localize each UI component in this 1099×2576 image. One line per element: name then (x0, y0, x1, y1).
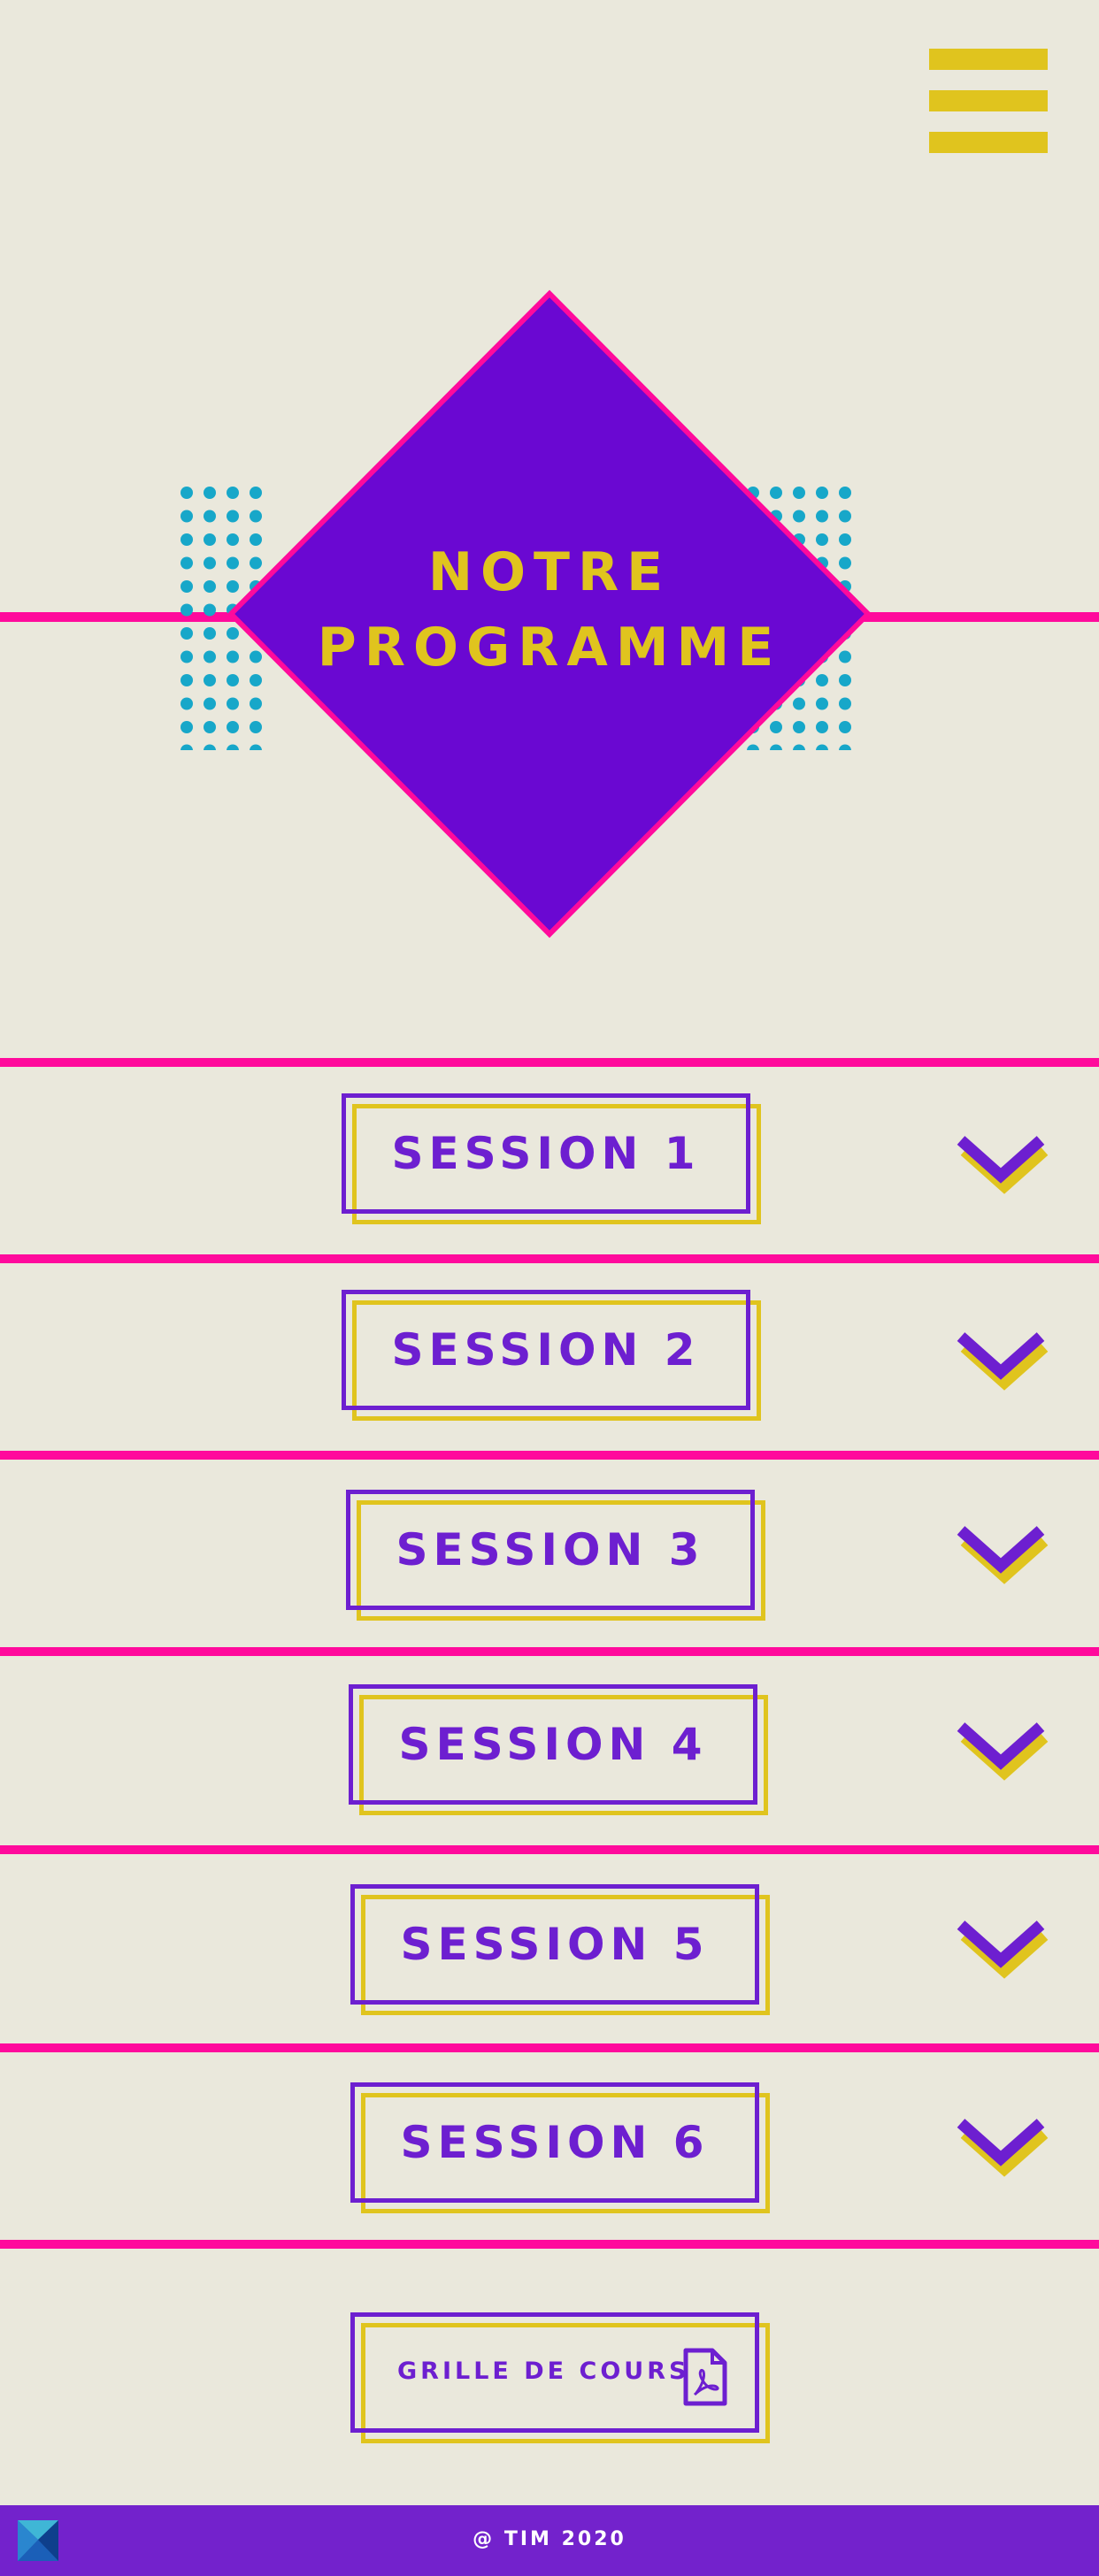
decorative-dot (204, 697, 216, 710)
page: NOTRE PROGRAMME SESSION 1 SESSION 2 SESS… (0, 0, 1099, 2576)
session-label: SESSION 3 (396, 1524, 705, 1576)
decorative-dot (181, 674, 193, 686)
decorative-dot (181, 580, 193, 593)
footer: @ TIM 2020 (0, 2505, 1099, 2576)
session-label: SESSION 5 (400, 1919, 710, 1970)
decorative-dot (181, 627, 193, 640)
session-button-frame: SESSION 4 (349, 1684, 757, 1805)
hamburger-icon-bar (929, 132, 1048, 153)
decorative-dot (204, 721, 216, 733)
session-label: SESSION 4 (398, 1719, 708, 1770)
divider (0, 1451, 1099, 1460)
decorative-dot (181, 510, 193, 523)
hamburger-icon-bar (929, 90, 1048, 111)
decorative-dot (204, 627, 216, 640)
decorative-dot (204, 674, 216, 686)
session-button-6[interactable]: SESSION 6 (350, 2082, 770, 2213)
session-row-2[interactable]: SESSION 2 (0, 1263, 1099, 1451)
decorative-dot (204, 650, 216, 663)
session-label: SESSION 1 (391, 1128, 701, 1179)
decorative-dot (204, 510, 216, 523)
session-button-frame: SESSION 5 (350, 1884, 759, 2005)
decorative-dot (181, 556, 193, 570)
page-title-line1: NOTRE (427, 541, 672, 603)
decorative-dot (181, 533, 193, 546)
chevron-down-icon[interactable] (956, 1711, 1062, 1790)
decorative-dot (204, 744, 216, 750)
divider (0, 1058, 1099, 1067)
session-button-1[interactable]: SESSION 1 (342, 1093, 761, 1224)
session-label: SESSION 6 (400, 2117, 710, 2168)
pdf-file-icon (683, 2348, 727, 2406)
chevron-down-icon[interactable] (956, 1124, 1062, 1204)
divider (0, 2240, 1099, 2249)
chevron-down-icon[interactable] (956, 1514, 1062, 1594)
session-label: SESSION 2 (391, 1324, 701, 1376)
session-row-1[interactable]: SESSION 1 (0, 1067, 1099, 1254)
decorative-dot (181, 744, 193, 750)
decorative-dot (181, 603, 193, 617)
footer-copyright: @ TIM 2020 (473, 2528, 626, 2550)
session-button-5[interactable]: SESSION 5 (350, 1884, 770, 2015)
chevron-down-icon[interactable] (956, 1321, 1062, 1400)
menu-button[interactable] (929, 49, 1048, 153)
divider (0, 1845, 1099, 1854)
hamburger-icon (929, 49, 1048, 70)
session-button-frame: SESSION 3 (346, 1490, 755, 1610)
session-row-3[interactable]: SESSION 3 (0, 1460, 1099, 1647)
decorative-dot (204, 556, 216, 570)
page-title-line2: PROGRAMME (317, 617, 782, 678)
decorative-dot (204, 603, 216, 617)
session-button-3[interactable]: SESSION 3 (346, 1490, 765, 1621)
divider (0, 1647, 1099, 1656)
decorative-dot (181, 697, 193, 710)
decorative-dot (181, 650, 193, 663)
session-button-frame: SESSION 1 (342, 1093, 750, 1214)
session-row-4[interactable]: SESSION 4 (0, 1656, 1099, 1844)
session-button-frame: SESSION 6 (350, 2082, 759, 2203)
decorative-dot (204, 533, 216, 546)
grille-button-frame: GRILLE DE COURS (350, 2312, 759, 2433)
grille-de-cours-button[interactable]: GRILLE DE COURS (350, 2312, 770, 2443)
session-row-6[interactable]: SESSION 6 (0, 2052, 1099, 2240)
decorative-dot (181, 721, 193, 733)
session-button-2[interactable]: SESSION 2 (342, 1290, 761, 1421)
session-row-5[interactable]: SESSION 5 (0, 1854, 1099, 2042)
divider (0, 1254, 1099, 1263)
decorative-dot (181, 487, 193, 499)
page-title: NOTRE PROGRAMME (227, 535, 872, 686)
divider (0, 2043, 1099, 2052)
chevron-down-icon[interactable] (956, 1909, 1062, 1989)
decorative-dot (204, 580, 216, 593)
session-button-frame: SESSION 2 (342, 1290, 750, 1410)
grille-label: GRILLE DE COURS (397, 2358, 690, 2385)
decorative-dot (204, 487, 216, 499)
chevron-down-icon[interactable] (956, 2107, 1062, 2187)
session-button-4[interactable]: SESSION 4 (349, 1684, 768, 1815)
